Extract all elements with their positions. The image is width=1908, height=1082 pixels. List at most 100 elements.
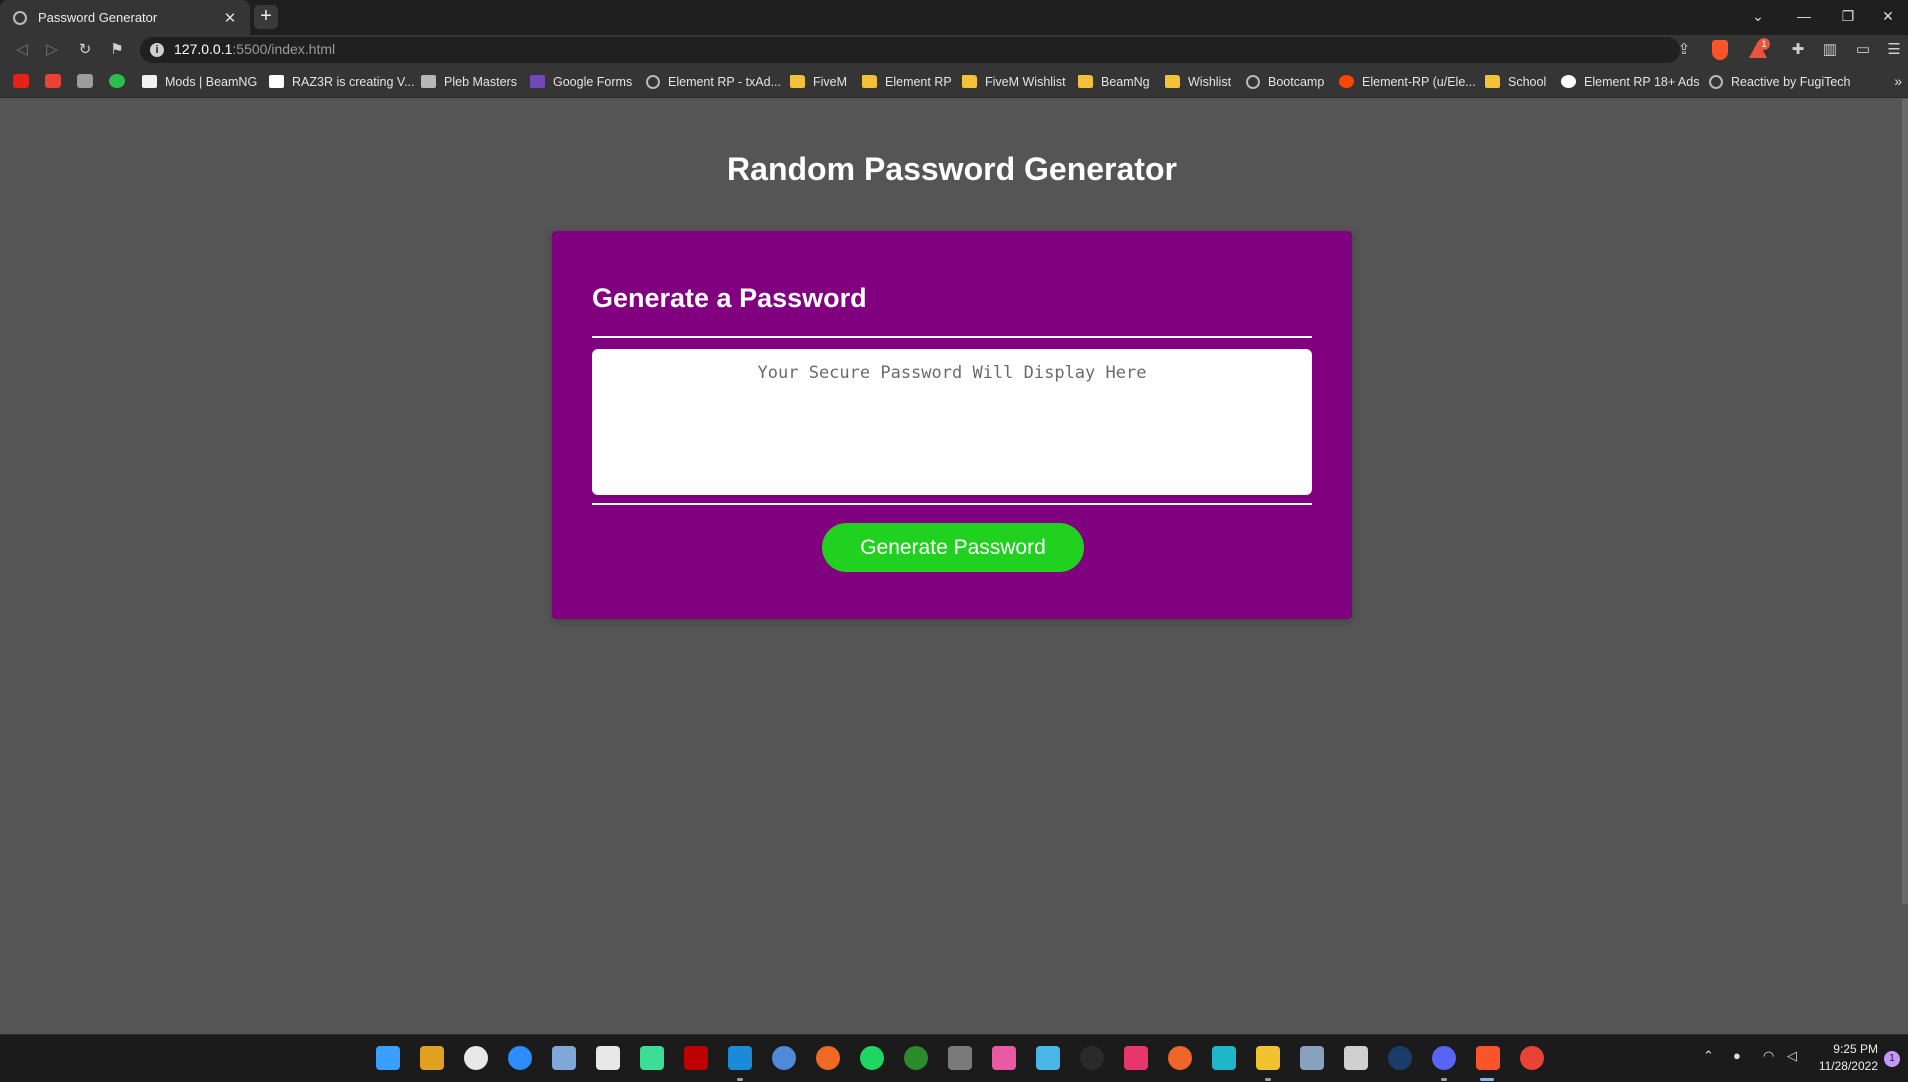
bookmark-item[interactable]: School <box>1485 73 1546 90</box>
brave-icon[interactable] <box>1476 1046 1500 1070</box>
folder-icon <box>1485 75 1500 88</box>
bookmark-item[interactable]: Element RP 18+ Ads <box>1561 73 1699 90</box>
bookmark-item[interactable]: Wishlist <box>1165 73 1231 90</box>
cashapp-icon[interactable] <box>109 74 125 88</box>
android-icon[interactable] <box>640 1046 664 1070</box>
bookmark-item[interactable]: FiveM <box>790 73 847 90</box>
folder-icon <box>862 75 877 88</box>
address-bar[interactable]: i 127.0.0.1:5500/index.html <box>140 37 1680 63</box>
globe-icon <box>1709 74 1723 89</box>
close-window-button[interactable]: ✕ <box>1866 0 1908 33</box>
sidebar-icon[interactable]: ▥ <box>1818 38 1842 62</box>
running-indicator <box>1265 1078 1271 1081</box>
wifi-icon[interactable]: ◠ <box>1763 1048 1774 1064</box>
task-manager-icon[interactable] <box>1300 1046 1324 1070</box>
origin-icon[interactable] <box>816 1046 840 1070</box>
minimize-button[interactable]: — <box>1782 0 1826 33</box>
folder-icon <box>1165 75 1180 88</box>
back-icon[interactable]: ◁ <box>10 38 34 62</box>
folder-icon <box>790 75 805 88</box>
page-title: Random Password Generator <box>727 151 1177 187</box>
page-scrollbar[interactable] <box>1902 99 1908 904</box>
bookmark-item[interactable]: Element RP - txAd... <box>646 73 781 90</box>
running-indicator <box>737 1078 743 1081</box>
password-output[interactable] <box>592 349 1312 495</box>
active-tab[interactable]: Password Generator ✕ <box>0 0 250 35</box>
google-forms-icon <box>530 75 545 88</box>
system-clock[interactable]: 9:25 PM 11/28/2022 <box>1819 1041 1878 1075</box>
card-divider-bottom <box>592 503 1312 505</box>
app-icon[interactable] <box>772 1046 796 1070</box>
gmail-icon[interactable] <box>45 74 61 88</box>
app-icon[interactable] <box>1080 1046 1104 1070</box>
pleb-masters-icon <box>421 75 436 88</box>
forward-icon[interactable]: ▷ <box>40 38 64 62</box>
reload-icon[interactable]: ↻ <box>73 38 97 62</box>
menu-icon[interactable]: ☰ <box>1882 38 1906 62</box>
running-indicator <box>1441 1078 1447 1081</box>
wallet-icon[interactable]: ▭ <box>1851 38 1875 62</box>
reddit-icon <box>1339 75 1354 88</box>
volume-icon[interactable]: ◁ <box>1787 1048 1797 1064</box>
tab-title: Password Generator <box>38 10 158 25</box>
bookmark-item[interactable]: FiveM Wishlist <box>962 73 1066 90</box>
tab-search-icon[interactable]: ⌄ <box>1736 0 1780 33</box>
git-icon[interactable] <box>420 1046 444 1070</box>
new-tab-button[interactable]: + <box>254 5 278 29</box>
share-icon[interactable]: ⇪ <box>1672 38 1696 62</box>
bookmark-item[interactable]: Pleb Masters <box>421 73 517 90</box>
browser-toolbar: ◁ ▷ ↻ ⚑ i 127.0.0.1:5500/index.html ⇪ 1 … <box>0 35 1908 65</box>
bookmark-item[interactable]: Bootcamp <box>1246 73 1324 90</box>
origin-icon[interactable] <box>1168 1046 1192 1070</box>
app-icon[interactable] <box>1212 1046 1236 1070</box>
vscode-icon[interactable] <box>728 1046 752 1070</box>
generate-password-button[interactable]: Generate Password <box>822 523 1084 572</box>
browser-tab-strip: Password Generator ✕ + ⌄ — ❐ ✕ <box>0 0 1908 35</box>
page-viewport: Random Password Generator Generate a Pas… <box>0 99 1908 1033</box>
steam-icon[interactable] <box>1388 1046 1412 1070</box>
close-tab-icon[interactable]: ✕ <box>218 9 242 27</box>
slack-icon[interactable] <box>464 1046 488 1070</box>
clock-date: 11/28/2022 <box>1818 1059 1878 1073</box>
bookmark-item[interactable]: RAZ3R is creating V... <box>269 73 415 90</box>
notification-badge[interactable]: 1 <box>1884 1051 1900 1067</box>
bookmark-icon[interactable]: ⚑ <box>105 38 129 62</box>
zoom-icon[interactable] <box>508 1046 532 1070</box>
adobe-acrobat-icon[interactable] <box>596 1046 620 1070</box>
gear-icon <box>646 74 660 89</box>
rewards-badge: 1 <box>1758 38 1770 50</box>
discord-icon[interactable] <box>1432 1046 1456 1070</box>
chatgpt-icon[interactable] <box>77 74 93 88</box>
active-indicator <box>1480 1078 1494 1081</box>
brave-shields-icon[interactable] <box>1712 40 1728 60</box>
extensions-icon[interactable]: ✚ <box>1786 38 1810 62</box>
google-icon <box>1561 75 1576 88</box>
app-icon[interactable] <box>1344 1046 1368 1070</box>
start-icon[interactable] <box>376 1046 400 1070</box>
bookmark-item[interactable]: Google Forms <box>530 73 632 90</box>
more-bookmarks-icon[interactable]: » <box>1894 73 1902 89</box>
bookmark-item[interactable]: BeamNg <box>1078 73 1150 90</box>
filezilla-icon[interactable] <box>684 1046 708 1070</box>
bookmark-item[interactable]: Element RP <box>862 73 952 90</box>
forza-icon[interactable] <box>1124 1046 1148 1070</box>
globe-icon <box>1246 74 1260 89</box>
site-info-icon[interactable]: i <box>150 43 164 57</box>
spotify-icon[interactable] <box>860 1046 884 1070</box>
chrome-icon[interactable] <box>1520 1046 1544 1070</box>
beamng-icon <box>142 75 157 88</box>
file-explorer-icon[interactable] <box>1256 1046 1280 1070</box>
bookmark-item[interactable]: Element-RP (u/Ele... <box>1339 73 1476 90</box>
youtube-icon[interactable] <box>13 74 29 88</box>
restore-button[interactable]: ❐ <box>1826 0 1870 33</box>
control-panel-icon[interactable] <box>1036 1046 1060 1070</box>
microphone-icon[interactable]: ● <box>1733 1048 1741 1063</box>
photos-icon[interactable] <box>992 1046 1016 1070</box>
folder-icon <box>962 75 977 88</box>
bookmark-item[interactable]: Reactive by FugiTech <box>1709 73 1851 90</box>
calculator-icon[interactable] <box>948 1046 972 1070</box>
chevron-up-icon[interactable]: ⌃ <box>1703 1048 1714 1064</box>
bookmark-item[interactable]: Mods | BeamNG <box>142 73 257 90</box>
remote-desktop-icon[interactable] <box>552 1046 576 1070</box>
xbox-icon[interactable] <box>904 1046 928 1070</box>
